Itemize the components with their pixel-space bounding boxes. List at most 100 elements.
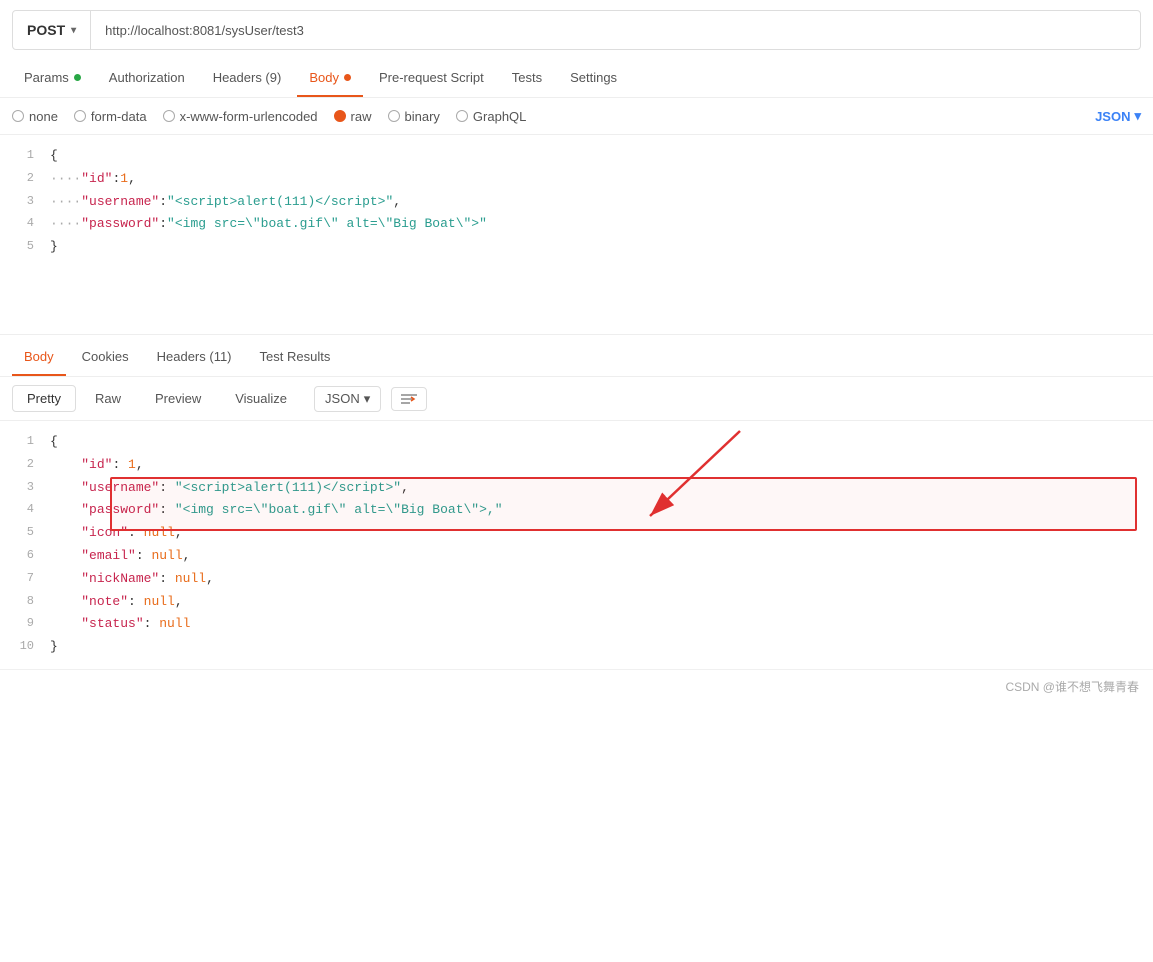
radio-binary[interactable]: binary <box>388 109 440 124</box>
resp-line-10: 10 } <box>0 636 1153 659</box>
resp-tab-headers[interactable]: Headers (11) <box>145 339 244 376</box>
resp-linenum-5: 5 <box>0 523 50 542</box>
radio-formdata-circle <box>74 110 86 122</box>
formdata-label: form-data <box>91 109 147 124</box>
binary-label: binary <box>405 109 440 124</box>
radio-graphql-circle <box>456 110 468 122</box>
req-content-5: } <box>50 237 1153 258</box>
response-body-wrapper: 1 { 2 "id": 1, 3 "username": "<script>al… <box>0 421 1153 669</box>
req-line-2: 2 ····"id":1, <box>0 168 1153 191</box>
fmt-raw-button[interactable]: Raw <box>80 385 136 412</box>
resp-line-8: 8 "note": null, <box>0 591 1153 614</box>
resp-line-9: 9 "status": null <box>0 613 1153 636</box>
resp-line-7: 7 "nickName": null, <box>0 568 1153 591</box>
resp-body-label: Body <box>24 349 54 364</box>
radio-urlencoded[interactable]: x-www-form-urlencoded <box>163 109 318 124</box>
resp-line-6: 6 "email": null, <box>0 545 1153 568</box>
resp-format-chevron-icon: ▾ <box>364 391 371 407</box>
req-linenum-4: 4 <box>0 214 50 233</box>
radio-none[interactable]: none <box>12 109 58 124</box>
tests-label: Tests <box>512 70 542 85</box>
tab-params[interactable]: Params <box>12 60 93 97</box>
format-bar: Pretty Raw Preview Visualize JSON ▾ <box>0 377 1153 421</box>
radio-urlencoded-circle <box>163 110 175 122</box>
params-label: Params <box>24 70 69 85</box>
tab-tests[interactable]: Tests <box>500 60 554 97</box>
tab-body[interactable]: Body <box>297 60 363 97</box>
req-linenum-5: 5 <box>0 237 50 256</box>
req-content-2: ····"id":1, <box>50 169 1153 190</box>
req-content-3: ····"username":"<script>alert(111)</scri… <box>50 192 1153 213</box>
resp-tab-body[interactable]: Body <box>12 339 66 376</box>
resp-linenum-7: 7 <box>0 569 50 588</box>
resp-content-10: } <box>50 637 1153 658</box>
authorization-label: Authorization <box>109 70 185 85</box>
radio-raw-circle <box>334 110 346 122</box>
req-content-1: { <box>50 146 1153 167</box>
req-line-5: 5 } <box>0 236 1153 259</box>
resp-line-2: 2 "id": 1, <box>0 454 1153 477</box>
resp-format-selector[interactable]: JSON ▾ <box>314 386 381 412</box>
method-selector[interactable]: POST ▾ <box>13 11 91 49</box>
settings-label: Settings <box>570 70 617 85</box>
resp-line-3: 3 "username": "<script>alert(111)</scrip… <box>0 477 1153 500</box>
radio-raw[interactable]: raw <box>334 109 372 124</box>
tab-headers[interactable]: Headers (9) <box>201 60 294 97</box>
req-line-1: 1 { <box>0 145 1153 168</box>
req-linenum-3: 3 <box>0 192 50 211</box>
req-linenum-2: 2 <box>0 169 50 188</box>
resp-linenum-10: 10 <box>0 637 50 656</box>
method-label: POST <box>27 22 65 38</box>
graphql-label: GraphQL <box>473 109 526 124</box>
resp-content-9: "status": null <box>50 614 1153 635</box>
resp-content-6: "email": null, <box>50 546 1153 567</box>
resp-content-3: "username": "<script>alert(111)</script>… <box>50 478 1153 499</box>
none-label: none <box>29 109 58 124</box>
resp-line-4: 4 "password": "<img src=\"boat.gif\" alt… <box>0 499 1153 522</box>
urlencoded-label: x-www-form-urlencoded <box>180 109 318 124</box>
body-dot <box>344 74 351 81</box>
resp-content-2: "id": 1, <box>50 455 1153 476</box>
url-input[interactable] <box>91 23 1140 38</box>
resp-content-7: "nickName": null, <box>50 569 1153 590</box>
chevron-down-icon: ▾ <box>71 25 76 36</box>
resp-tab-testresults[interactable]: Test Results <box>248 339 343 376</box>
json-format-label: JSON <box>1095 109 1130 124</box>
resp-linenum-6: 6 <box>0 546 50 565</box>
response-tabs: Body Cookies Headers (11) Test Results <box>0 339 1153 377</box>
resp-linenum-3: 3 <box>0 478 50 497</box>
resp-linenum-2: 2 <box>0 455 50 474</box>
tab-authorization[interactable]: Authorization <box>97 60 197 97</box>
footer-text: CSDN @谁不想飞舞青春 <box>1005 680 1139 694</box>
fmt-pretty-button[interactable]: Pretty <box>12 385 76 412</box>
tab-prerequest[interactable]: Pre-request Script <box>367 60 496 97</box>
fmt-preview-button[interactable]: Preview <box>140 385 216 412</box>
resp-linenum-8: 8 <box>0 592 50 611</box>
fmt-visualize-button[interactable]: Visualize <box>220 385 302 412</box>
resp-line-5: 5 "icon": null, <box>0 522 1153 545</box>
radio-graphql[interactable]: GraphQL <box>456 109 526 124</box>
resp-format-label: JSON <box>325 391 360 406</box>
wrap-button[interactable] <box>391 387 427 411</box>
radio-formdata[interactable]: form-data <box>74 109 147 124</box>
resp-content-1: { <box>50 432 1153 453</box>
req-line-4: 4 ····"password":"<img src=\"boat.gif\" … <box>0 213 1153 236</box>
params-dot <box>74 74 81 81</box>
resp-content-5: "icon": null, <box>50 523 1153 544</box>
radio-none-circle <box>12 110 24 122</box>
req-content-4: ····"password":"<img src=\"boat.gif\" al… <box>50 214 1153 235</box>
raw-label: raw <box>351 109 372 124</box>
resp-linenum-9: 9 <box>0 614 50 633</box>
req-line-3: 3 ····"username":"<script>alert(111)</sc… <box>0 191 1153 214</box>
response-body-editor[interactable]: 1 { 2 "id": 1, 3 "username": "<script>al… <box>0 421 1153 669</box>
json-format-selector[interactable]: JSON ▾ <box>1095 108 1141 124</box>
body-label: Body <box>309 70 339 85</box>
tab-settings[interactable]: Settings <box>558 60 629 97</box>
resp-headers-label: Headers (11) <box>157 349 232 364</box>
resp-content-8: "note": null, <box>50 592 1153 613</box>
radio-binary-circle <box>388 110 400 122</box>
request-body-editor[interactable]: 1 { 2 ····"id":1, 3 ····"username":"<scr… <box>0 135 1153 335</box>
req-linenum-1: 1 <box>0 146 50 165</box>
resp-tab-cookies[interactable]: Cookies <box>70 339 141 376</box>
url-bar: POST ▾ <box>12 10 1141 50</box>
